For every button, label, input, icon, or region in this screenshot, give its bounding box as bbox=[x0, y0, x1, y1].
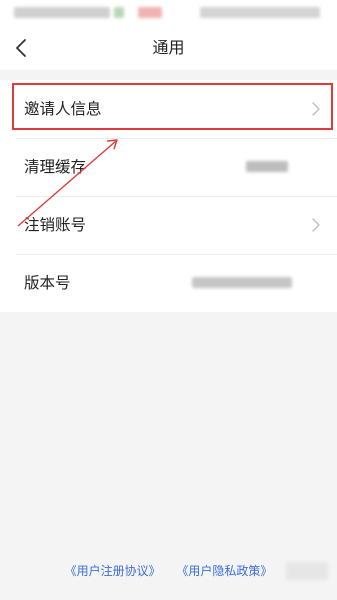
watermark-blurred bbox=[286, 562, 328, 580]
version-number-blurred bbox=[192, 277, 292, 288]
settings-item-clear-cache[interactable]: 清理缓存 bbox=[0, 138, 337, 196]
status-bar-alert-blurred bbox=[138, 7, 162, 18]
settings-item-label: 清理缓存 bbox=[24, 158, 87, 176]
settings-item-delete-account[interactable]: 注销账号 bbox=[0, 196, 337, 254]
section-gap bbox=[0, 70, 337, 80]
privacy-policy-link[interactable]: 《用户隐私政策》 bbox=[176, 562, 272, 579]
nav-bar: 通用 bbox=[0, 26, 337, 70]
status-bar-signal-blurred bbox=[114, 7, 124, 18]
user-agreement-link[interactable]: 《用户注册协议》 bbox=[65, 562, 161, 579]
annotation-highlight-box bbox=[12, 83, 333, 130]
back-chevron-icon bbox=[16, 39, 26, 57]
settings-item-label: 版本号 bbox=[24, 274, 71, 292]
back-button[interactable] bbox=[8, 32, 38, 64]
status-bar-right-blurred bbox=[200, 7, 320, 18]
settings-item-version: 版本号 bbox=[0, 254, 337, 312]
chevron-right-icon bbox=[312, 218, 320, 232]
settings-item-label: 注销账号 bbox=[24, 216, 87, 234]
cache-size-blurred bbox=[246, 161, 288, 172]
status-bar bbox=[0, 0, 337, 26]
status-bar-left-blurred bbox=[14, 7, 110, 18]
page-title: 通用 bbox=[152, 38, 185, 57]
